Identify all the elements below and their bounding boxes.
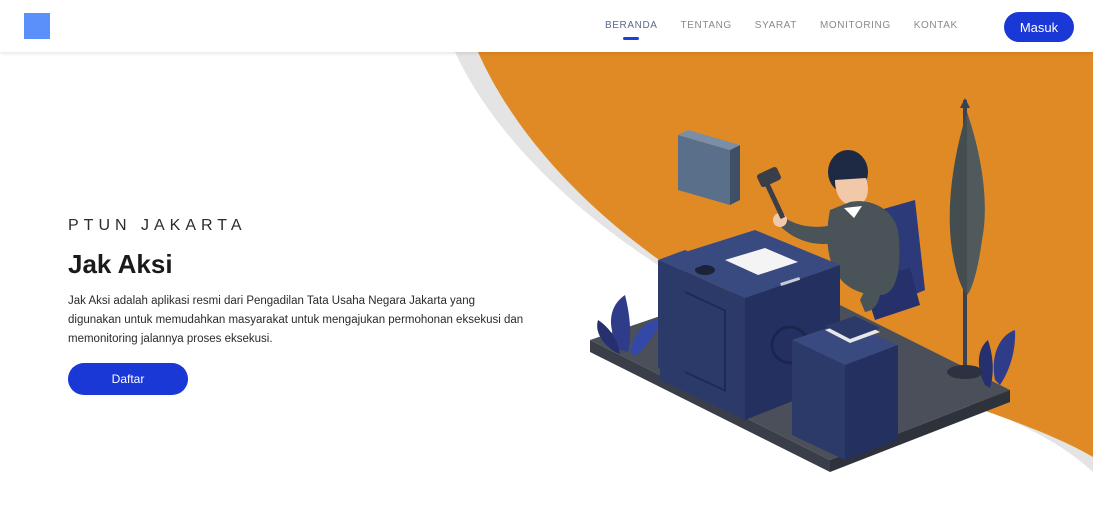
judge-court-illustration bbox=[590, 98, 1016, 472]
wall-panel-icon bbox=[678, 130, 740, 205]
nav-link-monitoring[interactable]: MONITORING bbox=[820, 0, 891, 52]
nav-link-label: KONTAK bbox=[913, 20, 958, 31]
flag-icon bbox=[947, 98, 985, 379]
nav-link-beranda[interactable]: BERANDA bbox=[605, 0, 658, 52]
nav-link-label: MONITORING bbox=[819, 20, 891, 31]
nav-link-kontak[interactable]: KONTAK bbox=[914, 0, 958, 52]
gavel-icon bbox=[757, 166, 786, 219]
hero-text-block: PTUN JAKARTA Jak Aksi Jak Aksi adalah ap… bbox=[68, 217, 538, 395]
nav-link-label: BERANDA bbox=[605, 20, 658, 31]
nav-link-label: SYARAT bbox=[754, 20, 797, 31]
plant-right-icon bbox=[978, 330, 1016, 388]
logo-square-icon[interactable] bbox=[24, 13, 50, 39]
nav-link-tentang[interactable]: TENTANG bbox=[681, 0, 732, 52]
hero-eyebrow: PTUN JAKARTA bbox=[68, 217, 247, 234]
nav-links: BERANDA TENTANG SYARAT MONITORING KONTAK bbox=[605, 0, 981, 52]
login-button[interactable]: Masuk bbox=[1004, 12, 1074, 42]
nav-link-label: TENTANG bbox=[680, 20, 732, 31]
hero-description: Jak Aksi adalah aplikasi resmi dari Peng… bbox=[68, 295, 524, 345]
hero-title: Jak Aksi bbox=[68, 249, 173, 279]
active-indicator bbox=[623, 37, 640, 40]
register-button[interactable]: Daftar bbox=[68, 363, 188, 395]
navbar: BERANDA TENTANG SYARAT MONITORING KONTAK… bbox=[0, 0, 1093, 52]
nav-link-syarat[interactable]: SYARAT bbox=[755, 0, 797, 52]
